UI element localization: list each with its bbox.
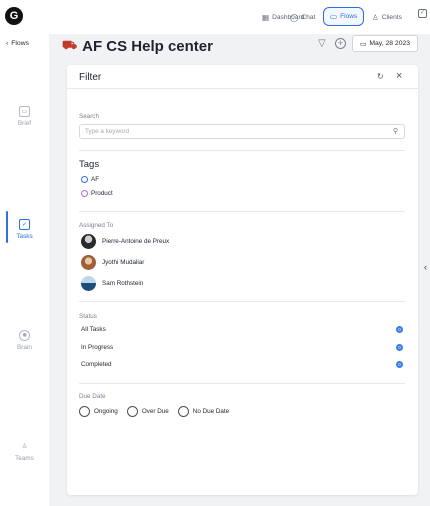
team-icon: ♙ <box>21 444 28 450</box>
page-title-text: AF CS Help center <box>82 37 213 55</box>
date-label: May, 28 2023 <box>369 40 411 47</box>
due-option-label: Over Due <box>141 408 169 415</box>
assignee-pierre[interactable]: Pierre-Antoine de Preux <box>81 234 169 249</box>
assignee-name: Jyothi Mudaliar <box>102 259 145 266</box>
rail-item-brain[interactable]: ✺ Brain <box>0 330 49 351</box>
back-to-flows-link[interactable]: ‹ Flows <box>6 40 29 47</box>
rail-item-teams-label: Teams <box>15 455 34 462</box>
search-icon[interactable]: ⚲ <box>393 127 398 135</box>
filter-header: Filter ↻ × <box>67 65 418 89</box>
status-all-tasks[interactable]: All Tasks 0 <box>81 326 403 333</box>
checkbox-icon[interactable]: ✓ <box>418 9 427 18</box>
status-item-label: All Tasks <box>81 326 106 333</box>
filter-panel: Filter ↻ × Search Type a keyword ⚲ Tags … <box>67 65 418 495</box>
search-input[interactable]: Type a keyword ⚲ <box>79 124 405 139</box>
radio-circle-icon <box>177 406 189 417</box>
assignee-sam[interactable]: Sam Rothstein <box>81 276 143 291</box>
due-ongoing-radio[interactable]: Ongoing <box>79 406 118 417</box>
search-placeholder: Type a keyword <box>85 128 130 135</box>
close-icon[interactable]: × <box>396 70 402 82</box>
flow-icon: ⛟ <box>62 38 78 52</box>
reset-icon[interactable]: ↻ <box>377 72 384 81</box>
nav-clients-label: Clients <box>381 13 402 21</box>
due-option-label: No Due Date <box>192 408 230 415</box>
tag-af[interactable]: AF <box>81 176 99 183</box>
count-badge: 0 <box>396 361 403 368</box>
radio-circle-icon <box>126 406 138 417</box>
filter-icon[interactable]: ▽ <box>318 38 326 49</box>
status-item-label: In Progress <box>81 344 114 351</box>
rail-item-brief[interactable]: ▭ Brief <box>0 106 49 127</box>
status-item-label: Completed <box>81 361 112 368</box>
date-picker-button[interactable]: ▭ May, 28 2023 <box>352 35 418 52</box>
due-date-label: Due Date <box>79 393 106 400</box>
document-icon: ▭ <box>19 106 30 117</box>
assignee-name: Sam Rothstein <box>102 280 144 287</box>
chevron-left-icon: ‹ <box>6 40 9 47</box>
top-nav: G ▦ Dashboard ◯ Chat ▭ Flows ♙ Clients ✓ <box>0 0 430 34</box>
nav-flows-label: Flows <box>340 13 358 20</box>
due-overdue-radio[interactable]: Over Due <box>126 406 169 417</box>
avatar <box>81 255 96 270</box>
nav-chat[interactable]: ◯ Chat <box>290 9 315 25</box>
avatar <box>81 234 96 249</box>
page-title: ⛟ AF CS Help center <box>62 36 213 56</box>
nav-flows[interactable]: ▭ Flows <box>323 7 365 26</box>
status-in-progress[interactable]: In Progress 0 <box>81 344 403 351</box>
radio-circle-icon <box>79 406 90 417</box>
divider <box>79 211 405 212</box>
add-icon[interactable]: + <box>335 38 346 49</box>
count-badge: 0 <box>396 326 403 333</box>
rail-item-tasks-label: Tasks <box>16 233 33 240</box>
status-label: Status <box>79 313 97 320</box>
checkbox-icon: ✓ <box>19 219 30 230</box>
divider <box>79 301 405 302</box>
left-rail <box>0 34 49 506</box>
assigned-label: Assigned To <box>79 222 114 229</box>
rail-item-tasks[interactable]: ✓ Tasks <box>0 219 49 240</box>
back-label: Flows <box>11 40 30 47</box>
rail-item-teams[interactable]: ♙ Teams <box>0 441 49 462</box>
tag-circle-icon <box>81 176 88 183</box>
chat-icon: ◯ <box>290 12 299 22</box>
tag-product-label: Product <box>91 190 113 197</box>
divider <box>79 150 405 151</box>
divider <box>79 383 405 384</box>
rail-item-brief-label: Brief <box>17 120 32 127</box>
brain-icon: ✺ <box>19 330 30 341</box>
tags-title: Tags <box>79 159 100 170</box>
due-no-date-radio[interactable]: No Due Date <box>177 406 230 417</box>
due-option-label: Ongoing <box>94 408 118 415</box>
flows-icon: ▭ <box>330 12 338 21</box>
rail-item-brain-label: Brain <box>17 344 32 351</box>
count-badge: 0 <box>396 344 403 351</box>
chevron-left-icon[interactable]: ‹ <box>424 262 427 272</box>
app-logo[interactable]: G <box>5 7 23 25</box>
nav-chat-label: Chat <box>301 13 316 21</box>
status-completed[interactable]: Completed 0 <box>81 361 403 368</box>
users-icon: ♙ <box>372 12 379 22</box>
avatar <box>81 276 96 291</box>
tag-product[interactable]: Product <box>81 190 113 197</box>
assignee-jyothi[interactable]: Jyothi Mudaliar <box>81 255 144 270</box>
calendar-icon: ▭ <box>359 40 367 48</box>
grid-icon: ▦ <box>262 12 270 22</box>
tag-af-label: AF <box>91 176 100 183</box>
due-date-options: Ongoing Over Due No Due Date <box>79 406 233 417</box>
assignee-name: Pierre-Antoine de Preux <box>102 238 170 245</box>
nav-clients[interactable]: ♙ Clients <box>372 9 402 25</box>
tag-circle-icon <box>81 190 88 197</box>
filter-title: Filter <box>79 72 102 83</box>
search-label: Search <box>79 113 99 120</box>
